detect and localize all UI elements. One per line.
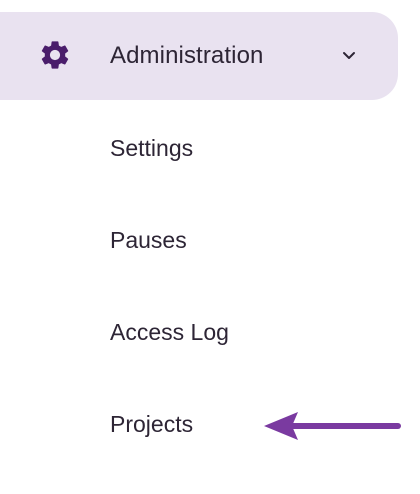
chevron-down-icon[interactable] (340, 49, 358, 63)
arrow-left-icon (264, 412, 401, 440)
sidebar-menu: Administration Settings Pauses Access Lo… (0, 0, 420, 494)
sidebar-item-access-log[interactable]: Access Log (110, 316, 229, 348)
administration-menu-item[interactable]: Administration (0, 12, 398, 100)
sidebar-item-settings[interactable]: Settings (110, 132, 193, 164)
sidebar-item-projects[interactable]: Projects (110, 408, 193, 440)
sidebar-item-pauses[interactable]: Pauses (110, 224, 187, 256)
gear-icon (41, 41, 69, 69)
administration-label: Administration (110, 42, 264, 69)
